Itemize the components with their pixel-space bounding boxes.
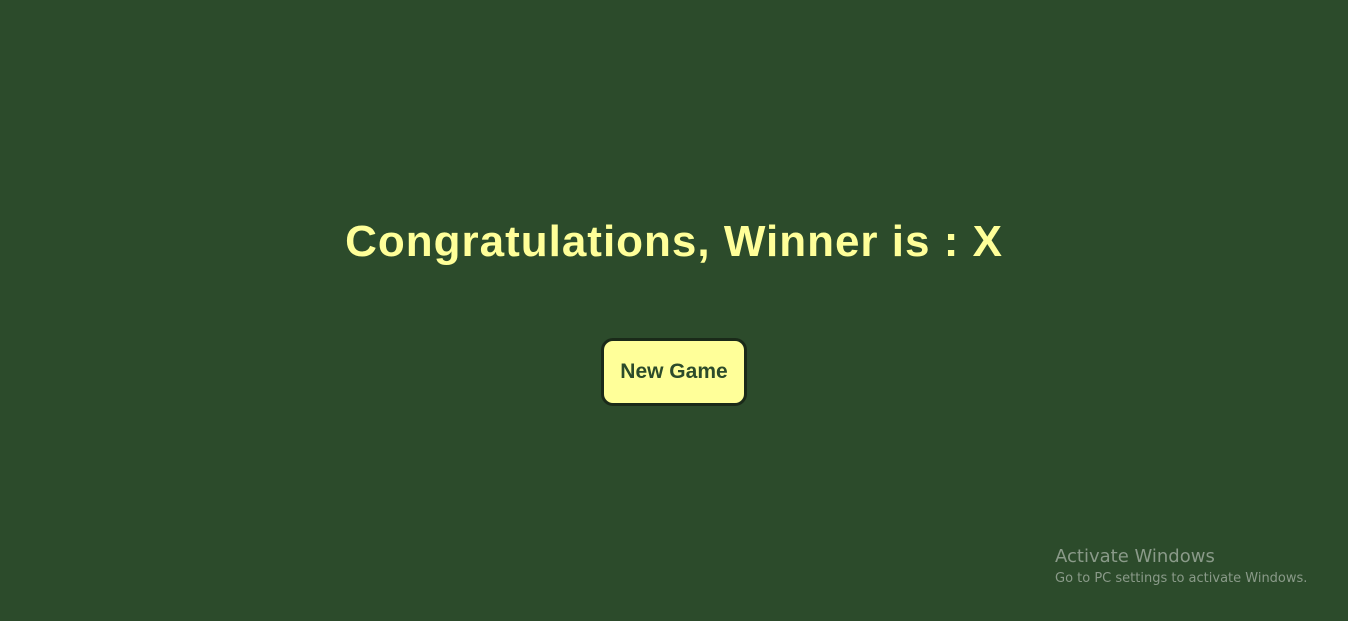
activate-windows-watermark: Activate Windows Go to PC settings to ac… [1055, 545, 1307, 589]
activate-windows-title: Activate Windows [1055, 546, 1215, 567]
winner-message: Congratulations, Winner is : X [345, 217, 1003, 266]
new-game-button[interactable]: New Game [601, 338, 747, 406]
activate-windows-subtitle: Go to PC settings to activate Windows. [1055, 571, 1308, 586]
